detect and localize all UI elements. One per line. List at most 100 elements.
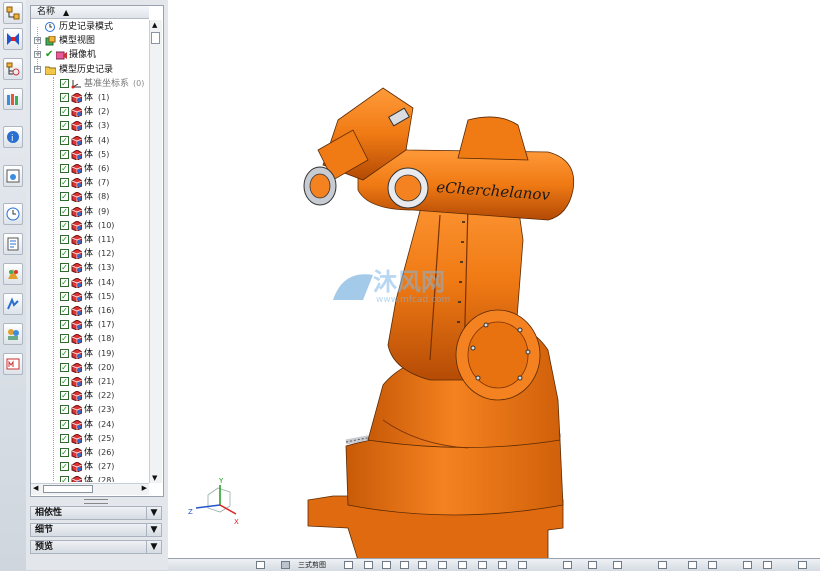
- visibility-checkbox[interactable]: ✓: [60, 93, 69, 102]
- scroll-up-arrow[interactable]: ▲: [152, 21, 157, 29]
- tree-node-history-mode[interactable]: 历史记录模式: [31, 20, 149, 34]
- part-navigator-icon[interactable]: [3, 58, 23, 80]
- snap-icon[interactable]: [344, 561, 353, 569]
- tree-node-body[interactable]: ✓ 体 (16): [31, 304, 149, 318]
- rectangle-icon[interactable]: [418, 561, 427, 569]
- circle-icon[interactable]: [382, 561, 391, 569]
- visibility-checkbox[interactable]: ✓: [60, 107, 69, 117]
- tree-node-model-views[interactable]: + 模型视图: [31, 34, 149, 48]
- tree-node-body[interactable]: ✓ 体 (9): [31, 205, 149, 219]
- tree-node-body[interactable]: ✓ 体 (2): [31, 105, 149, 119]
- visibility-checkbox[interactable]: ✓: [60, 135, 69, 145]
- tree-vertical-scrollbar[interactable]: ▲ ▼: [149, 20, 162, 483]
- assembly-navigator-icon[interactable]: [3, 2, 23, 24]
- tree-node-body[interactable]: ✓ 体 (20): [31, 361, 149, 375]
- system-materials-icon[interactable]: [3, 263, 23, 285]
- history-icon[interactable]: [3, 203, 23, 225]
- reuse-library-icon[interactable]: [3, 88, 23, 110]
- tree-node-body[interactable]: ✓ 体 (26): [31, 446, 149, 460]
- visibility-checkbox[interactable]: ✓: [60, 235, 69, 244]
- tree-node-body[interactable]: ✓ 体 (25): [31, 432, 149, 446]
- trim-icon[interactable]: [563, 561, 572, 569]
- tree-horizontal-scrollbar[interactable]: ◀ ▶: [31, 483, 149, 495]
- tree-node-body[interactable]: ✓ 体 (6): [31, 162, 149, 176]
- tree-node-body[interactable]: ✓ 体 (18): [31, 332, 149, 346]
- web-browser-icon[interactable]: [3, 165, 23, 187]
- visibility-checkbox[interactable]: ✓: [60, 164, 69, 173]
- expand-details-icon[interactable]: ▼: [146, 524, 161, 536]
- tree-node-body[interactable]: ✓ 体 (12): [31, 247, 149, 261]
- visibility-checkbox[interactable]: ✓: [60, 263, 69, 273]
- preview-section[interactable]: 预览 ▼: [30, 540, 162, 554]
- visibility-checkbox[interactable]: ✓: [60, 220, 69, 230]
- visibility-checkbox[interactable]: ✓: [60, 405, 69, 415]
- tree-node-body[interactable]: ✓ 体 (27): [31, 460, 149, 474]
- measure-icon[interactable]: [658, 561, 667, 569]
- tree-column-header[interactable]: 名称 ▲: [31, 6, 149, 19]
- process-studio-icon[interactable]: [3, 233, 23, 255]
- visibility-checkbox[interactable]: ✓: [60, 320, 69, 330]
- dimension-icon[interactable]: [708, 561, 717, 569]
- tree-node-cameras[interactable]: + ✔ 摄像机: [31, 48, 149, 62]
- filter-icon[interactable]: [256, 561, 265, 569]
- hd3d-tools-icon[interactable]: [3, 353, 23, 375]
- view-icon[interactable]: [281, 561, 290, 569]
- pattern-icon[interactable]: [518, 561, 527, 569]
- visibility-checkbox[interactable]: ✓: [60, 249, 69, 259]
- tree-node-body[interactable]: ✓ 体 (14): [31, 276, 149, 290]
- roles-icon[interactable]: [3, 293, 23, 315]
- view-triad[interactable]: Y X Z: [188, 477, 239, 526]
- h-scroll-thumb[interactable]: [43, 485, 93, 493]
- visibility-checkbox[interactable]: ✓: [60, 121, 69, 131]
- sketch-icon[interactable]: [498, 561, 507, 569]
- expand-dependencies-icon[interactable]: ▼: [146, 507, 161, 519]
- tree-node-body[interactable]: ✓ 体 (24): [31, 418, 149, 432]
- tree-node-body[interactable]: ✓ 体 (3): [31, 119, 149, 133]
- scroll-left-arrow[interactable]: ◀: [33, 484, 38, 492]
- visibility-checkbox[interactable]: ✓: [60, 462, 69, 472]
- visibility-checkbox[interactable]: ✓: [60, 78, 69, 88]
- visibility-checkbox[interactable]: ✓: [60, 348, 69, 358]
- tree-node-model-history[interactable]: − 模型历史记录: [31, 63, 149, 77]
- robot-arm-model[interactable]: eCherchelanov 沐风网 www.mfcad.com Y X Z: [168, 0, 820, 560]
- details-section[interactable]: 细节 ▼: [30, 523, 162, 537]
- user-roles-icon[interactable]: [3, 323, 23, 345]
- scroll-thumb[interactable]: [151, 32, 160, 44]
- expand-preview-icon[interactable]: ▼: [146, 541, 161, 553]
- visibility-checkbox[interactable]: ✓: [60, 149, 69, 159]
- tree-node-body[interactable]: ✓ 体 (23): [31, 403, 149, 417]
- scroll-down-arrow[interactable]: ▼: [152, 474, 157, 482]
- scroll-right-arrow[interactable]: ▶: [142, 484, 147, 492]
- tree-node-body[interactable]: ✓ 体 (1): [31, 91, 149, 105]
- tree-node-body[interactable]: ✓ 体 (28): [31, 474, 149, 482]
- grid-icon[interactable]: [763, 561, 772, 569]
- visibility-checkbox[interactable]: ✓: [60, 362, 69, 372]
- visibility-checkbox[interactable]: ✓: [60, 433, 69, 443]
- visibility-checkbox[interactable]: ✓: [60, 377, 69, 386]
- tree-node-body[interactable]: ✓ 体 (7): [31, 176, 149, 190]
- tree-node-body[interactable]: ✓ 体 (21): [31, 375, 149, 389]
- visibility-checkbox[interactable]: ✓: [60, 178, 69, 188]
- constraint-navigator-icon[interactable]: [3, 28, 23, 50]
- plane-icon[interactable]: [478, 561, 487, 569]
- arc-icon[interactable]: [400, 561, 409, 569]
- dependencies-section[interactable]: 相依性 ▼: [30, 506, 162, 520]
- line-icon[interactable]: [458, 561, 467, 569]
- tree-node-body[interactable]: ✓ 体 (4): [31, 134, 149, 148]
- tree-node-body[interactable]: ✓ 体 (10): [31, 219, 149, 233]
- panel-splitter[interactable]: [84, 499, 108, 504]
- visibility-checkbox[interactable]: ✓: [60, 206, 69, 216]
- tree-node-body[interactable]: ✓ 体 (19): [31, 347, 149, 361]
- visibility-checkbox[interactable]: ✓: [60, 391, 69, 401]
- tree-node-body[interactable]: ✓ 体 (5): [31, 148, 149, 162]
- visibility-checkbox[interactable]: ✓: [60, 277, 69, 287]
- tree-node-body[interactable]: ✓ 体 (8): [31, 190, 149, 204]
- visibility-checkbox[interactable]: ✓: [60, 334, 69, 344]
- visibility-checkbox[interactable]: ✓: [60, 476, 69, 482]
- tree-node-datum-csys[interactable]: ✓ 基准坐标系 (0): [31, 77, 149, 91]
- extend-icon[interactable]: [588, 561, 597, 569]
- visibility-checkbox[interactable]: ✓: [60, 448, 69, 457]
- ruler-icon[interactable]: [743, 561, 752, 569]
- tree-node-body[interactable]: ✓ 体 (13): [31, 261, 149, 275]
- visibility-checkbox[interactable]: ✓: [60, 291, 69, 301]
